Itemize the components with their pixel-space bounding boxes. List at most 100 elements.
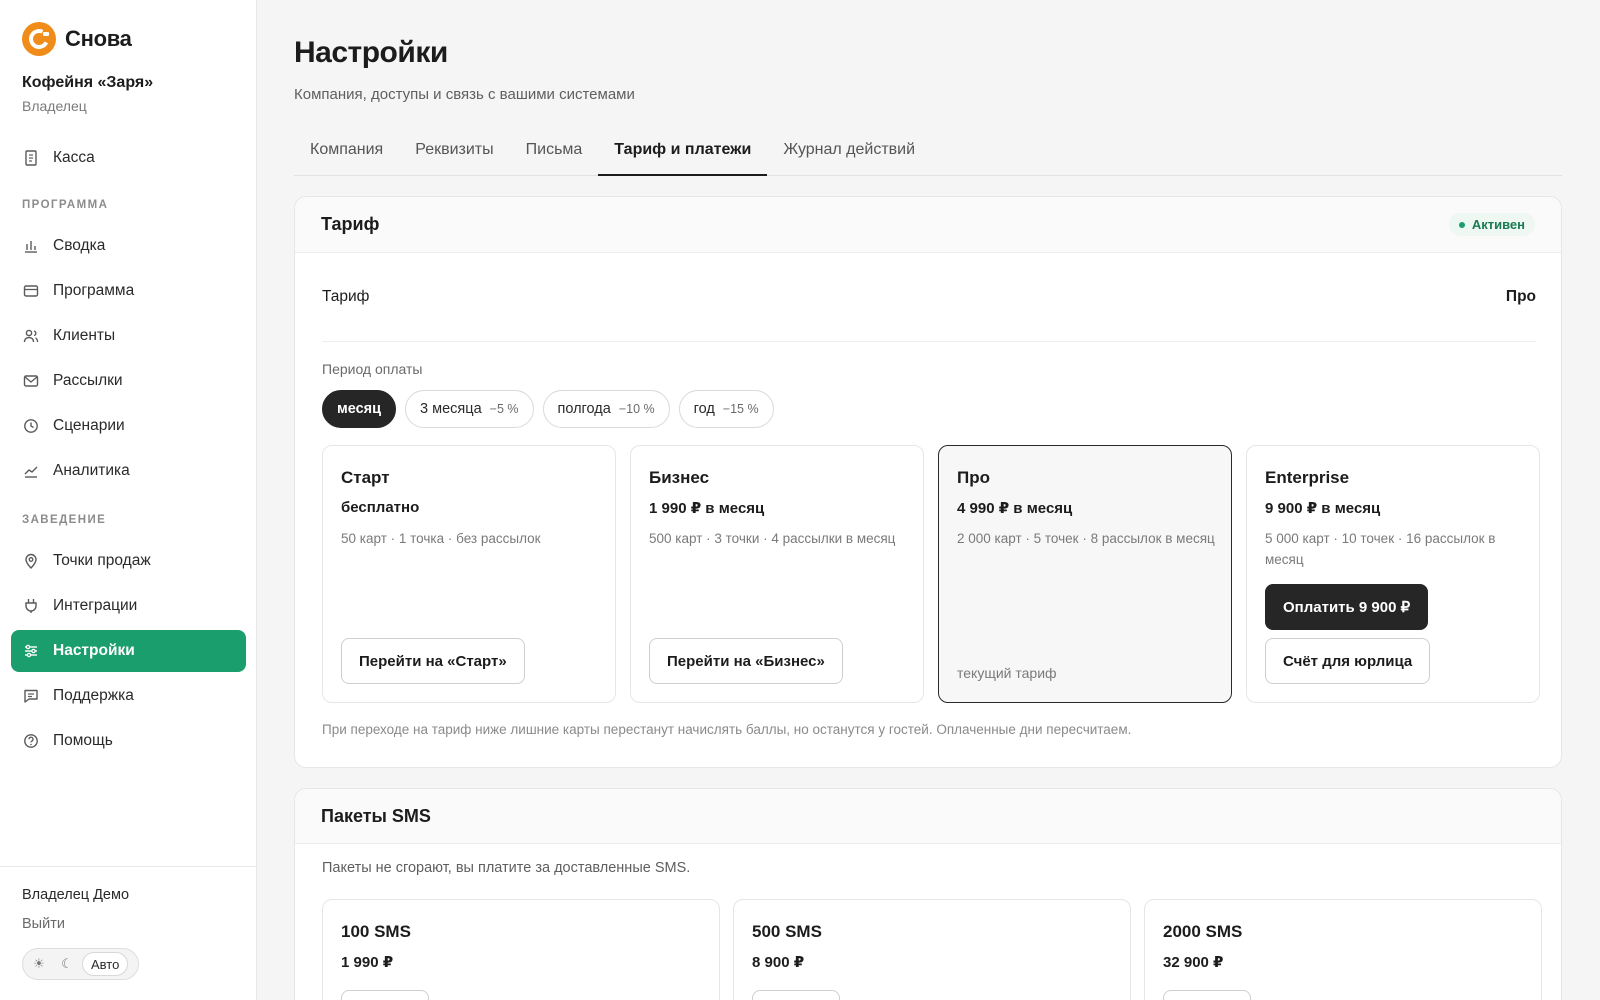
- period-chip-discount: −10 %: [618, 402, 655, 416]
- plan-card-start: Старт бесплатно 50 карт · 1 точка · без …: [322, 445, 616, 703]
- sidebar-item-klienty[interactable]: Клиенты: [11, 315, 246, 357]
- period-chip-label: 3 месяца: [420, 401, 482, 417]
- brand-logo-icon: [22, 22, 56, 56]
- sidebar-item-label: Сценарии: [53, 417, 125, 434]
- plan-price: 4 990 ₽ в месяц: [957, 500, 1073, 517]
- clock-icon: [23, 418, 39, 434]
- period-chip-label: год: [693, 401, 715, 417]
- sms-packs-grid: 100 SMS 1 990 ₽ 500 SMS 8 900 ₽ 2000 SMS…: [322, 899, 1542, 1000]
- switch-to-business-button[interactable]: Перейти на «Бизнес»: [649, 638, 843, 684]
- plan-name: Бизнес: [649, 468, 710, 487]
- buy-sms-button[interactable]: [341, 990, 429, 1000]
- sidebar-item-label: Касса: [53, 149, 95, 166]
- plan-desc: 50 карт · 1 точка · без рассылок: [341, 531, 541, 546]
- period-3-months-chip[interactable]: 3 месяца −5 %: [405, 390, 534, 428]
- sidebar-item-label: Точки продаж: [53, 552, 151, 569]
- theme-dark-icon[interactable]: ☾: [54, 952, 80, 976]
- sidebar-item-pomosch[interactable]: Помощь: [11, 720, 246, 762]
- sms-pack-100: 100 SMS 1 990 ₽: [322, 899, 720, 1000]
- theme-auto-option[interactable]: Авто: [82, 952, 129, 976]
- sidebar-item-kassa[interactable]: Касса: [11, 137, 246, 179]
- plan-desc: 500 карт · 3 точки · 4 рассылки в месяц: [649, 531, 896, 546]
- period-chip-discount: −15 %: [722, 402, 759, 416]
- sidebar-item-svodka[interactable]: Сводка: [11, 225, 246, 267]
- plug-icon: [23, 598, 39, 614]
- pay-enterprise-button[interactable]: Оплатить 9 900 ₽: [1265, 584, 1429, 630]
- theme-light-icon[interactable]: ☀: [26, 952, 52, 976]
- tariff-downgrade-note: При переходе на тариф ниже лишние карты …: [322, 722, 1132, 737]
- tariff-card: Тариф Активен Тариф Про Период оплаты ме…: [294, 196, 1562, 768]
- buy-sms-button[interactable]: [1163, 990, 1251, 1000]
- sidebar-item-scenarii[interactable]: Сценарии: [11, 405, 246, 447]
- sidebar-item-rassylki[interactable]: Рассылки: [11, 360, 246, 402]
- period-half-year-chip[interactable]: полгода −10 %: [542, 390, 670, 428]
- sms-card-title: Пакеты SMS: [321, 805, 431, 826]
- tab-company[interactable]: Компания: [294, 132, 399, 176]
- period-month-chip[interactable]: месяц: [322, 390, 397, 428]
- plan-name: Enterprise: [1265, 468, 1350, 487]
- page-subtitle: Компания, доступы и связь с вашими систе…: [294, 86, 635, 103]
- sidebar-item-programma[interactable]: Программа: [11, 270, 246, 312]
- sidebar-item-label: Клиенты: [53, 327, 116, 344]
- card-icon: [23, 283, 39, 299]
- tab-activity-log[interactable]: Журнал действий: [767, 132, 931, 176]
- sms-pack-name: 100 SMS: [341, 922, 411, 941]
- plan-price: 1 990 ₽ в месяц: [649, 500, 765, 517]
- nav-section-program: ПРОГРАММА: [22, 199, 109, 211]
- tab-requisites[interactable]: Реквизиты: [399, 132, 509, 176]
- plan-price: бесплатно: [341, 499, 420, 516]
- plan-name: Про: [957, 468, 990, 487]
- org-name: Кофейня «Заря»: [22, 74, 154, 91]
- current-tariff-value: Про: [1505, 288, 1536, 305]
- user-name: Владелец Демо: [22, 887, 130, 903]
- sms-pack-name: 2000 SMS: [1163, 922, 1243, 941]
- tab-tariff-payments[interactable]: Тариф и платежи: [598, 132, 768, 176]
- period-chip-discount: −5 %: [489, 402, 519, 416]
- sliders-icon: [23, 643, 39, 659]
- period-chip-label: месяц: [337, 401, 382, 417]
- tab-emails[interactable]: Письма: [510, 132, 599, 176]
- period-chip-label: полгода: [557, 401, 611, 417]
- plan-desc: 5 000 карт · 10 точек · 16 рассылок в ме…: [1265, 531, 1496, 567]
- sidebar-item-integracii[interactable]: Интеграции: [11, 585, 246, 627]
- trend-icon: [23, 463, 39, 479]
- switch-to-start-button[interactable]: Перейти на «Старт»: [341, 638, 525, 684]
- sidebar-item-label: Программа: [53, 282, 135, 299]
- period-selector: месяц 3 месяца −5 % полгода −10 % год −1…: [322, 390, 774, 428]
- sms-pack-2000: 2000 SMS 32 900 ₽: [1144, 899, 1542, 1000]
- brand-logo[interactable]: Снова: [22, 22, 132, 56]
- sidebar-item-tochki[interactable]: Точки продаж: [11, 540, 246, 582]
- mail-icon: [23, 373, 39, 389]
- plan-card-business: Бизнес 1 990 ₽ в месяц 500 карт · 3 точк…: [630, 445, 924, 703]
- plan-card-pro: Про 4 990 ₽ в месяц 2 000 карт · 5 точек…: [938, 445, 1232, 703]
- chat-icon: [23, 688, 39, 704]
- settings-tabs: Компания Реквизиты Письма Тариф и платеж…: [294, 132, 1562, 176]
- theme-switch: ☀ ☾ Авто: [22, 948, 139, 980]
- brand-name: Снова: [65, 26, 132, 51]
- sidebar-item-label: Настройки: [53, 642, 135, 659]
- buy-sms-button[interactable]: [752, 990, 840, 1000]
- pin-icon: [23, 553, 39, 569]
- users-icon: [23, 328, 39, 344]
- status-badge-label: Активен: [1471, 217, 1525, 232]
- org-role: Владелец: [22, 98, 87, 114]
- sidebar: Снова Кофейня «Заря» Владелец Касса ПРОГ…: [0, 0, 257, 1000]
- sidebar-item-nastroiki[interactable]: Настройки: [11, 630, 246, 672]
- bar-chart-icon: [23, 238, 39, 254]
- plans-grid: Старт бесплатно 50 карт · 1 точка · без …: [322, 445, 1540, 703]
- invoice-legal-entity-button[interactable]: Счёт для юрлица: [1265, 638, 1431, 684]
- sms-pack-price: 1 990 ₽: [341, 954, 394, 971]
- plan-name: Старт: [341, 468, 390, 487]
- sidebar-item-label: Аналитика: [53, 462, 130, 479]
- plan-desc: 2 000 карт · 5 точек · 8 рассылок в меся…: [957, 531, 1215, 546]
- sms-pack-name: 500 SMS: [752, 922, 822, 941]
- period-year-chip[interactable]: год −15 %: [678, 390, 774, 428]
- status-dot-icon: [1458, 221, 1465, 228]
- sms-pack-price: 8 900 ₽: [752, 954, 805, 971]
- receipt-icon: [23, 150, 39, 166]
- sidebar-item-analitika[interactable]: Аналитика: [11, 450, 246, 492]
- logout-link[interactable]: Выйти: [22, 916, 65, 932]
- nav-section-venue: ЗАВЕДЕНИЕ: [22, 514, 107, 526]
- sidebar-item-podderzhka[interactable]: Поддержка: [11, 675, 246, 717]
- current-plan-label: текущий тариф: [957, 665, 1057, 681]
